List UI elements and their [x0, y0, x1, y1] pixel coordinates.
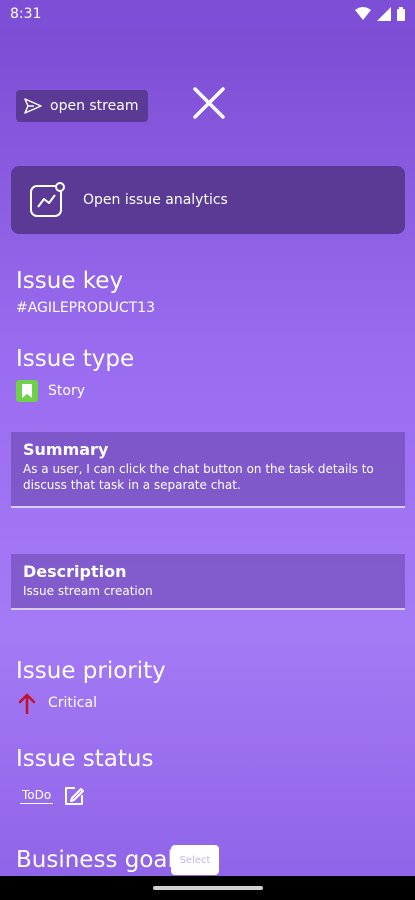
business-goal-select-button[interactable]: Select [171, 845, 219, 875]
status-time: 8:31 [10, 6, 42, 22]
status-bar: 8:31 [0, 0, 415, 28]
story-icon [16, 380, 38, 402]
battery-icon [397, 7, 405, 21]
signal-icon [377, 7, 391, 21]
issue-type-label: Issue type [16, 346, 135, 372]
open-issue-analytics-label: Open issue analytics [83, 192, 228, 208]
description-title: Description [23, 562, 127, 581]
analytics-icon [30, 182, 65, 217]
issue-priority-label: Issue priority [16, 658, 166, 684]
open-stream-button[interactable]: open stream [16, 90, 149, 122]
close-icon[interactable] [192, 86, 226, 120]
summary-field[interactable]: Summary As a user, I can click the chat … [11, 432, 405, 508]
wifi-icon [355, 7, 371, 20]
issue-key-value: #AGILEPRODUCT13 [16, 300, 155, 316]
status-icons [355, 7, 405, 21]
issue-status-text: ToDo [20, 788, 54, 804]
priority-arrow-up-icon [18, 693, 36, 714]
issue-type-value: Story [16, 380, 85, 402]
issue-priority-value: Critical [16, 692, 97, 714]
top-row: open stream [16, 87, 415, 124]
summary-title: Summary [23, 440, 109, 459]
send-icon [24, 98, 42, 114]
summary-body: As a user, I can click the chat button o… [23, 462, 374, 492]
description-field[interactable]: Description Issue stream creation [11, 554, 405, 610]
edit-icon[interactable] [63, 785, 85, 807]
home-handle[interactable] [152, 886, 263, 890]
open-issue-analytics-button[interactable]: Open issue analytics [11, 166, 405, 234]
issue-status-value: ToDo [20, 785, 85, 807]
issue-key-text: #AGILEPRODUCT13 [16, 300, 156, 316]
issue-key-label: Issue key [16, 268, 124, 294]
issue-type-text: Story [48, 383, 85, 399]
business-goal-label: Business goal [16, 847, 174, 873]
navigation-bar [0, 876, 415, 900]
description-body: Issue stream creation [23, 584, 153, 598]
open-stream-label: open stream [50, 98, 139, 114]
issue-status-label: Issue status [16, 746, 154, 772]
issue-priority-text: Critical [48, 695, 97, 711]
